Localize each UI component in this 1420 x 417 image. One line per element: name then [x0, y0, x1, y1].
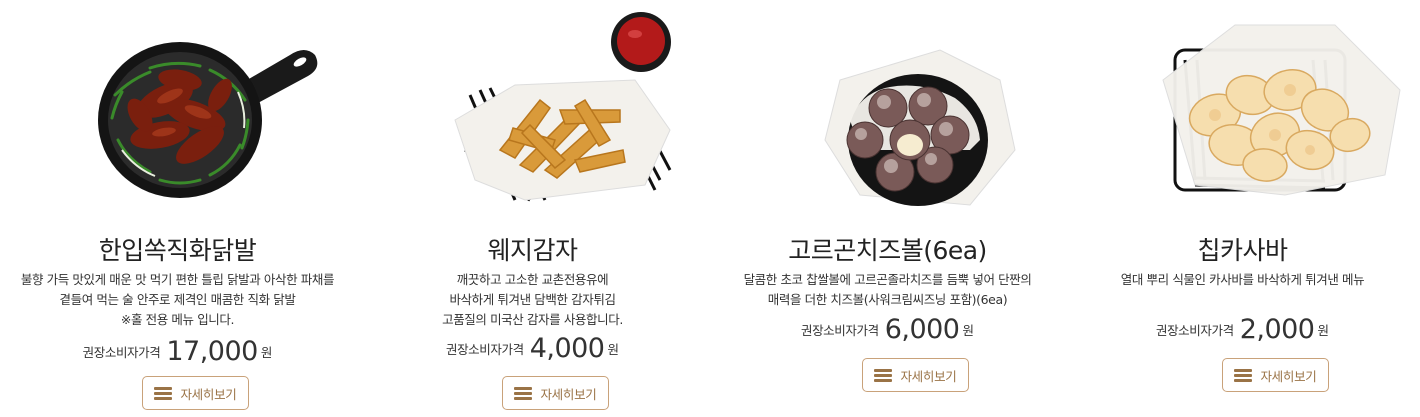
product-description: 깨끗하고 고소한 교촌전용유에 바삭하게 튀겨낸 담백한 감자튀김 고품질의 미…: [355, 270, 710, 330]
price-unit: 원: [1317, 323, 1329, 338]
product-price: 권장소비자가격 17,000 원: [0, 336, 355, 367]
product-price: 권장소비자가격 6,000 원: [710, 314, 1065, 345]
price-label: 권장소비자가격: [800, 323, 879, 338]
product-name: 한입쏙직화닭발: [98, 236, 257, 265]
description-line: 매력을 더한 치즈볼(사워크림씨즈닝 포함)(6ea): [767, 292, 1008, 307]
product-description: 열대 뿌리 식물인 카사바를 바삭하게 튀겨낸 메뉴: [1065, 270, 1420, 290]
product-image-cheese-ball[interactable]: [710, 0, 1065, 215]
product-image-wedge-potato[interactable]: [355, 0, 710, 215]
product-price: 권장소비자가격 2,000 원: [1065, 314, 1420, 345]
product-name: 칩카사바: [1197, 236, 1288, 265]
product-grid: 한입쏙직화닭발 불향 가득 맛있게 매운 맛 먹기 편한 틀립 닭발과 아삭한 …: [0, 0, 1420, 417]
description-line: 열대 뿌리 식물인 카사바를 바삭하게 튀겨낸 메뉴: [1120, 272, 1365, 287]
product-image-chicken-feet[interactable]: [0, 0, 355, 215]
menu-lines-icon: [874, 369, 893, 382]
description-line: ※홀 전용 메뉴 입니다.: [120, 312, 235, 327]
product-image-cassava-chips[interactable]: [1065, 0, 1420, 215]
description-line: 깨끗하고 고소한 교촌전용유에: [456, 272, 609, 287]
price-label: 권장소비자가격: [1155, 323, 1234, 338]
menu-lines-icon: [1234, 369, 1253, 382]
product-card-chicken-feet: 한입쏙직화닭발 불향 가득 맛있게 매운 맛 먹기 편한 틀립 닭발과 아삭한 …: [0, 0, 355, 417]
product-card-cassava-chips: 칩카사바 열대 뿌리 식물인 카사바를 바삭하게 튀겨낸 메뉴 권장소비자가격 2…: [1065, 0, 1420, 417]
price-label: 권장소비자가격: [445, 342, 524, 357]
detail-button[interactable]: 자세히보기: [1222, 358, 1329, 392]
price-unit: 원: [962, 323, 974, 338]
detail-button-label: 자세히보기: [540, 386, 597, 402]
price-unit: 원: [607, 342, 619, 357]
price-label: 권장소비자가격: [82, 345, 161, 360]
detail-button[interactable]: 자세히보기: [502, 376, 609, 410]
product-name: 고르곤치즈볼(6ea): [788, 236, 987, 265]
menu-lines-icon: [154, 387, 173, 400]
menu-lines-icon: [514, 387, 533, 400]
detail-button-label: 자세히보기: [180, 386, 237, 402]
product-name: 웨지감자: [487, 236, 578, 265]
product-price: 권장소비자가격 4,000 원: [355, 333, 710, 364]
description-line: 바삭하게 튀겨낸 담백한 감자튀김: [449, 292, 616, 307]
price-value: 2,000: [1239, 314, 1315, 345]
description-line: 불향 가득 맛있게 매운 맛 먹기 편한 틀립 닭발과 아삭한 파채를: [20, 272, 335, 287]
product-description: 달콤한 초코 찹쌀볼에 고르곤졸라치즈를 듬뿍 넣어 단짠의 매력을 더한 치즈…: [710, 270, 1065, 310]
product-card-wedge-potato: 웨지감자 깨끗하고 고소한 교촌전용유에 바삭하게 튀겨낸 담백한 감자튀김 고…: [355, 0, 710, 417]
description-line: 달콤한 초코 찹쌀볼에 고르곤졸라치즈를 듬뿍 넣어 단짠의: [743, 272, 1032, 287]
description-line: 고품질의 미국산 감자를 사용합니다.: [442, 312, 623, 327]
detail-button[interactable]: 자세히보기: [862, 358, 969, 392]
product-card-cheese-ball: 고르곤치즈볼(6ea) 달콤한 초코 찹쌀볼에 고르곤졸라치즈를 듬뿍 넣어 단…: [710, 0, 1065, 417]
price-value: 6,000: [884, 314, 960, 345]
description-line: 곁들여 먹는 술 안주로 제격인 매콤한 직화 닭발: [59, 292, 296, 307]
detail-button-label: 자세히보기: [900, 368, 957, 384]
price-value: 17,000: [166, 336, 258, 367]
detail-button[interactable]: 자세히보기: [142, 376, 249, 410]
product-description: 불향 가득 맛있게 매운 맛 먹기 편한 틀립 닭발과 아삭한 파채를 곁들여 …: [0, 270, 355, 330]
price-unit: 원: [260, 345, 273, 360]
price-value: 4,000: [529, 333, 605, 364]
detail-button-label: 자세히보기: [1260, 368, 1317, 384]
